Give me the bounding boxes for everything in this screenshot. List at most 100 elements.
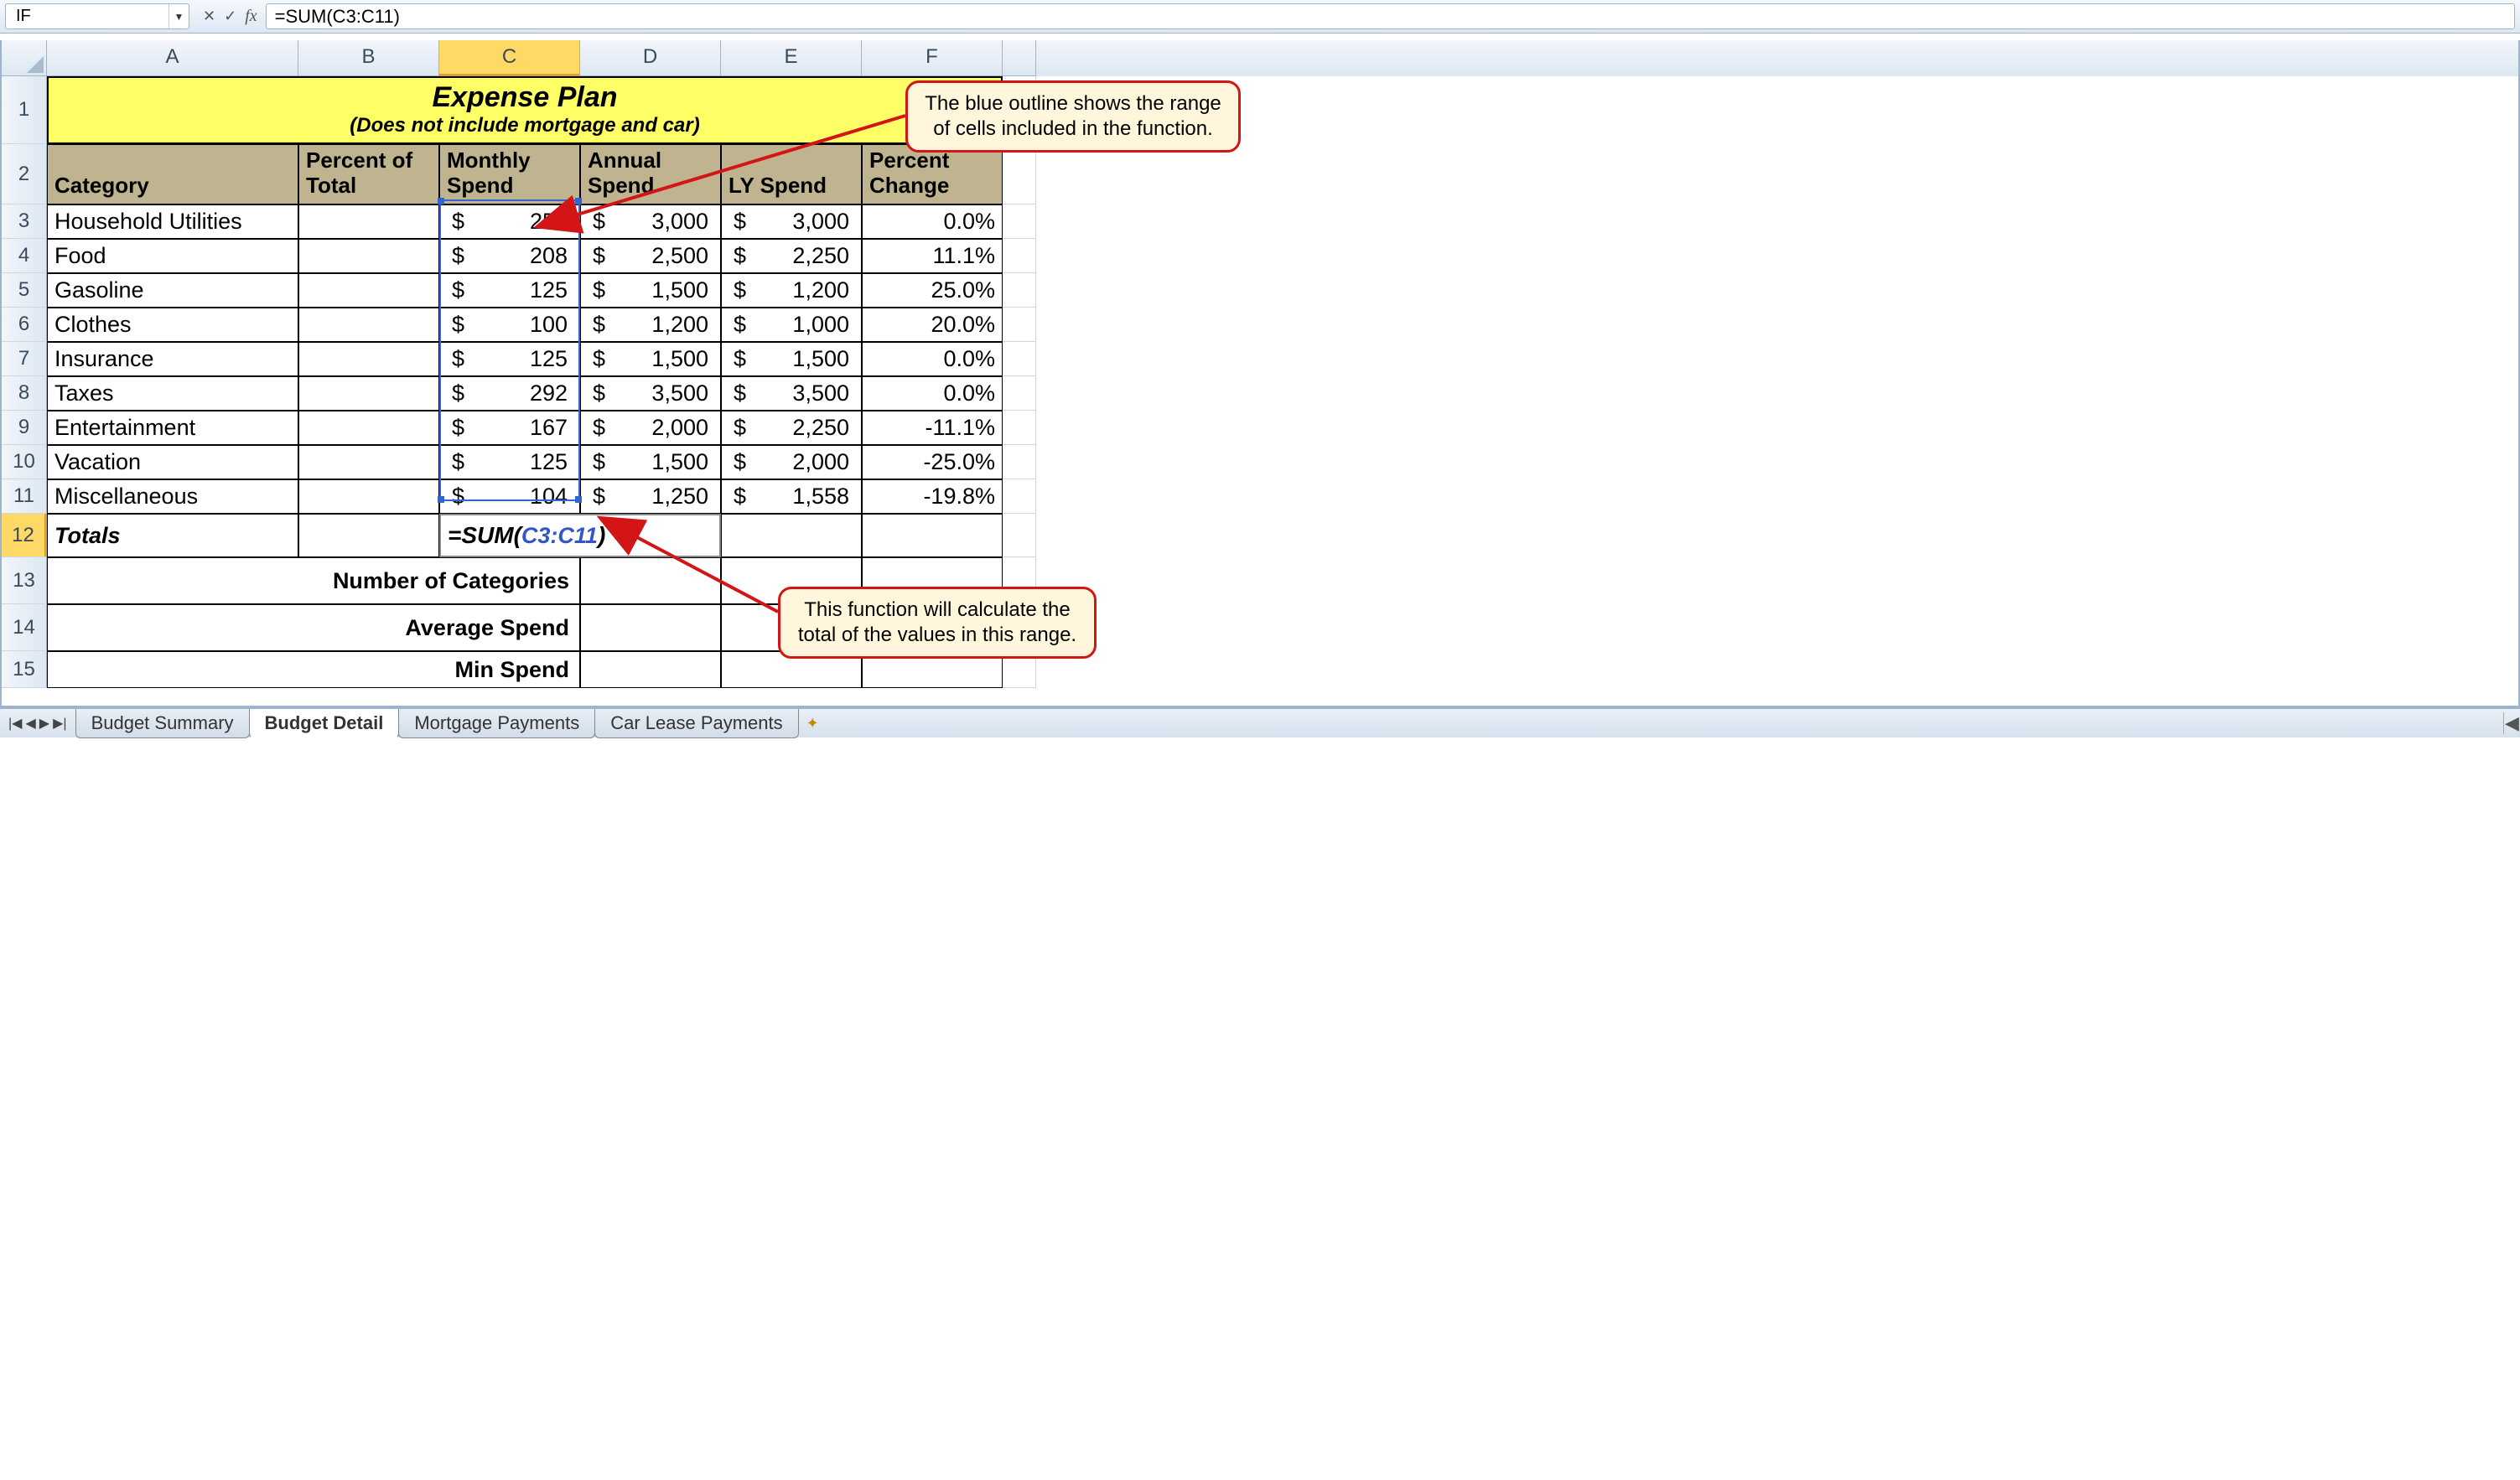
cell-annual-spend[interactable]: $1,200 — [580, 308, 721, 342]
cell-percent-total[interactable] — [298, 239, 439, 273]
col-header-D[interactable]: D — [580, 40, 721, 76]
row-header-7[interactable]: 7 — [2, 342, 47, 376]
cell-ly-spend[interactable]: $1,558 — [721, 479, 862, 514]
tab-car-lease-payments[interactable]: Car Lease Payments — [594, 709, 798, 738]
formula-input[interactable]: =SUM(C3:C11) — [266, 3, 2515, 29]
row-header-8[interactable]: 8 — [2, 376, 47, 411]
cell-percent-total[interactable] — [298, 342, 439, 376]
cell-percent-total[interactable] — [298, 411, 439, 445]
row-header-11[interactable]: 11 — [2, 479, 47, 514]
cell-annual-spend[interactable]: $1,250 — [580, 479, 721, 514]
cancel-formula-icon[interactable]: ✕ — [203, 8, 215, 25]
cell-percent-total[interactable] — [298, 479, 439, 514]
cell-F12[interactable] — [862, 514, 1003, 557]
cell-category[interactable]: Household Utilities — [47, 204, 298, 239]
cell-monthly-spend[interactable]: $167 — [439, 411, 580, 445]
cell-monthly-spend[interactable]: $292 — [439, 376, 580, 411]
row-header-4[interactable]: 4 — [2, 239, 47, 273]
cell-G8[interactable] — [1003, 376, 1036, 411]
cell-monthly-spend[interactable]: $208 — [439, 239, 580, 273]
cell-G3[interactable] — [1003, 204, 1036, 239]
cell-G9[interactable] — [1003, 411, 1036, 445]
cell-G4[interactable] — [1003, 239, 1036, 273]
cell-percent-change[interactable]: 20.0% — [862, 308, 1003, 342]
insert-function-icon[interactable]: fx — [245, 7, 257, 26]
cell-G12[interactable] — [1003, 514, 1036, 557]
row-header-10[interactable]: 10 — [2, 445, 47, 479]
cell-category[interactable]: Miscellaneous — [47, 479, 298, 514]
cell-monthly-spend[interactable]: $100 — [439, 308, 580, 342]
header-ly-spend[interactable]: LY Spend — [721, 144, 862, 204]
cell-ly-spend[interactable]: $1,200 — [721, 273, 862, 308]
name-box[interactable]: IF ▼ — [5, 3, 189, 29]
cell-monthly-spend[interactable]: $250 — [439, 204, 580, 239]
cell-G10[interactable] — [1003, 445, 1036, 479]
cell-annual-spend[interactable]: $3,500 — [580, 376, 721, 411]
cell-num-categories-label[interactable]: Number of Categories — [47, 557, 580, 604]
row-header-6[interactable]: 6 — [2, 308, 47, 342]
col-header-F[interactable]: F — [862, 40, 1003, 76]
cell-percent-change[interactable]: 25.0% — [862, 273, 1003, 308]
row-header-15[interactable]: 15 — [2, 651, 47, 688]
title-cell[interactable]: Expense Plan (Does not include mortgage … — [47, 76, 1003, 144]
cell-ly-spend[interactable]: $1,500 — [721, 342, 862, 376]
insert-sheet-icon[interactable]: ✦ — [798, 712, 827, 736]
col-header-C[interactable]: C — [439, 40, 580, 76]
header-annual-spend[interactable]: Annual Spend — [580, 144, 721, 204]
cell-category[interactable]: Entertainment — [47, 411, 298, 445]
cell-percent-change[interactable]: 0.0% — [862, 204, 1003, 239]
cell-ly-spend[interactable]: $2,000 — [721, 445, 862, 479]
cell-percent-total[interactable] — [298, 308, 439, 342]
cell-avg-spend-label[interactable]: Average Spend — [47, 604, 580, 651]
cell-ly-spend[interactable]: $2,250 — [721, 239, 862, 273]
tab-budget-detail[interactable]: Budget Detail — [249, 709, 400, 738]
tab-next-icon[interactable]: ▶ — [39, 715, 49, 732]
cell-D14[interactable] — [580, 604, 721, 651]
tab-mortgage-payments[interactable]: Mortgage Payments — [398, 709, 595, 738]
cell-active-formula[interactable]: =SUM(C3:C11) — [439, 514, 721, 557]
cell-ly-spend[interactable]: $3,500 — [721, 376, 862, 411]
header-percent-total[interactable]: Percent of Total — [298, 144, 439, 204]
cell-min-spend-label[interactable]: Min Spend — [47, 651, 580, 688]
cell-percent-total[interactable] — [298, 273, 439, 308]
name-box-dropdown-icon[interactable]: ▼ — [169, 4, 189, 28]
cell-annual-spend[interactable]: $2,000 — [580, 411, 721, 445]
select-all-corner[interactable] — [2, 40, 47, 76]
cell-category[interactable]: Taxes — [47, 376, 298, 411]
col-header-G[interactable] — [1003, 40, 1036, 76]
cell-percent-change[interactable]: -11.1% — [862, 411, 1003, 445]
cell-totals-label[interactable]: Totals — [47, 514, 298, 557]
cell-percent-change[interactable]: -19.8% — [862, 479, 1003, 514]
cell-monthly-spend[interactable]: $125 — [439, 273, 580, 308]
cell-category[interactable]: Clothes — [47, 308, 298, 342]
cell-annual-spend[interactable]: $1,500 — [580, 445, 721, 479]
cell-annual-spend[interactable]: $1,500 — [580, 342, 721, 376]
cell-B12[interactable] — [298, 514, 439, 557]
row-header-3[interactable]: 3 — [2, 204, 47, 239]
col-header-B[interactable]: B — [298, 40, 439, 76]
tab-first-icon[interactable]: |◀ — [8, 715, 22, 732]
cell-category[interactable]: Vacation — [47, 445, 298, 479]
row-header-12[interactable]: 12 — [2, 514, 47, 557]
cell-category[interactable]: Food — [47, 239, 298, 273]
cell-G6[interactable] — [1003, 308, 1036, 342]
cell-monthly-spend[interactable]: $125 — [439, 445, 580, 479]
cell-percent-change[interactable]: 11.1% — [862, 239, 1003, 273]
cell-monthly-spend[interactable]: $125 — [439, 342, 580, 376]
row-header-1[interactable]: 1 — [2, 76, 47, 144]
header-monthly-spend[interactable]: Monthly Spend — [439, 144, 580, 204]
cell-G11[interactable] — [1003, 479, 1036, 514]
cell-category[interactable]: Gasoline — [47, 273, 298, 308]
cell-percent-change[interactable]: 0.0% — [862, 342, 1003, 376]
cell-E12[interactable] — [721, 514, 862, 557]
cell-percent-total[interactable] — [298, 445, 439, 479]
row-header-2[interactable]: 2 — [2, 144, 47, 204]
cell-D13[interactable] — [580, 557, 721, 604]
header-percent-change[interactable]: Percent Change — [862, 144, 1003, 204]
row-header-5[interactable]: 5 — [2, 273, 47, 308]
tab-budget-summary[interactable]: Budget Summary — [75, 709, 250, 738]
cell-annual-spend[interactable]: $3,000 — [580, 204, 721, 239]
cell-ly-spend[interactable]: $3,000 — [721, 204, 862, 239]
cell-annual-spend[interactable]: $2,500 — [580, 239, 721, 273]
cell-G2[interactable] — [1003, 144, 1036, 204]
